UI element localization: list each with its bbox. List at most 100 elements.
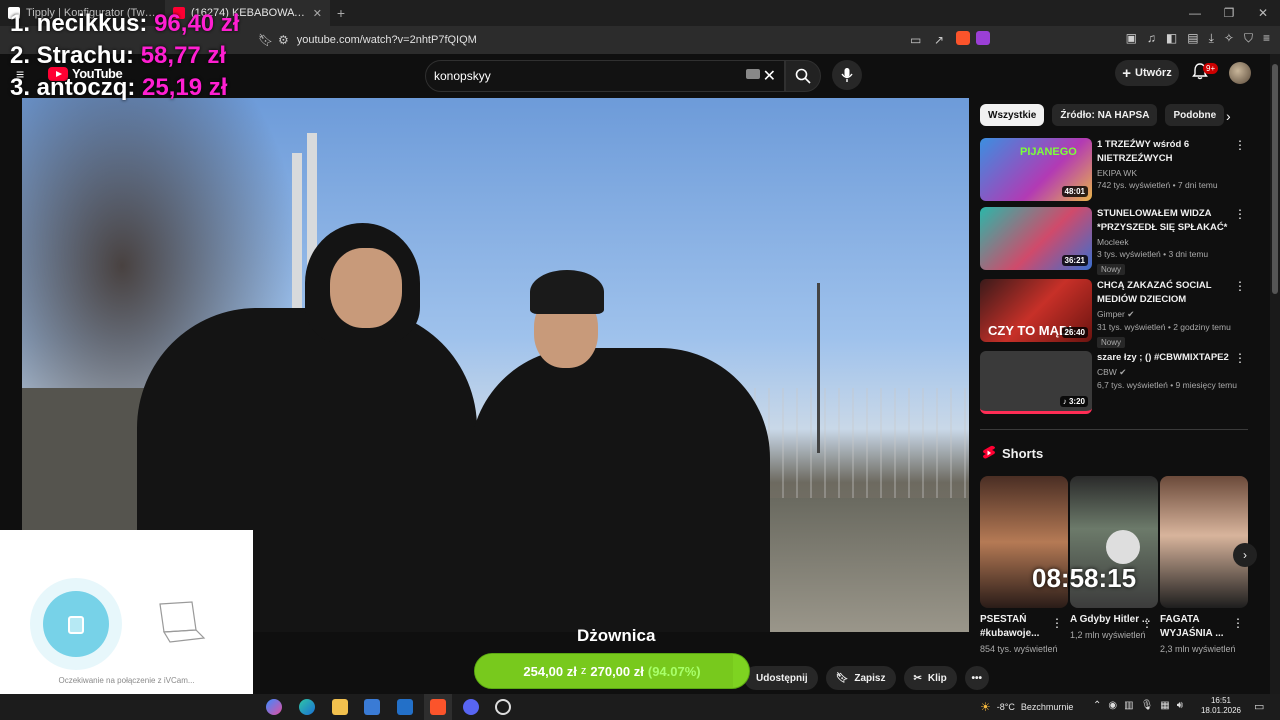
minimize-icon[interactable]: —: [1178, 0, 1212, 26]
share-page-icon[interactable]: ↗: [934, 33, 944, 47]
scrollbar-thumb[interactable]: [1272, 64, 1278, 294]
tray-network-icon[interactable]: ▦: [1160, 700, 1169, 711]
taskbar-time: 16:51: [1210, 696, 1232, 705]
file-explorer-icon[interactable]: [332, 699, 348, 715]
list-item[interactable]: PIJANEGO 48:01 1 TRZEŹWY wśród 6 NIETRZE…: [980, 138, 1250, 204]
create-button[interactable]: + Utwórz: [1115, 60, 1179, 86]
weather-widget[interactable]: ☀ -8°C Bezchmurnie: [980, 700, 1073, 714]
site-info-icon[interactable]: ⚙: [278, 33, 289, 47]
more-vert-icon[interactable]: ⋮: [1232, 616, 1244, 630]
thumbnail-text: PIJANEGO: [1020, 146, 1077, 158]
video-thumbnail[interactable]: PIJANEGO 48:01: [980, 138, 1092, 201]
obs-icon[interactable]: [495, 699, 511, 715]
taskbar-clock[interactable]: 16:51 18.01.2026: [1200, 696, 1242, 716]
search-input[interactable]: konopskyy ✕: [425, 60, 785, 92]
more-vert-icon[interactable]: ⋮: [1234, 138, 1246, 152]
copilot-icon[interactable]: [266, 699, 282, 715]
shorts-next-button[interactable]: ›: [1233, 543, 1257, 567]
close-tab-icon[interactable]: ✕: [313, 7, 322, 20]
brave-rewards-icon[interactable]: [976, 31, 990, 45]
notifications-icon[interactable]: ▭: [1254, 700, 1264, 713]
media-icon[interactable]: ▣: [1126, 31, 1137, 46]
list-item[interactable]: CZY TO MĄDI 26:40 CHCĄ ZAKAZAĆ SOCIAL ME…: [980, 279, 1250, 348]
brave-extensions: [956, 31, 990, 45]
tray-mic-icon[interactable]: 🎙︎: [1141, 700, 1154, 711]
chip-source[interactable]: Źródło: NA HAPSA: [1052, 104, 1158, 126]
bookmark-icon: 🔖︎: [835, 672, 849, 684]
section-divider: [980, 429, 1248, 430]
scissors-icon: ✂: [913, 672, 922, 684]
video-thumbnail[interactable]: ♪ 3:20: [980, 351, 1092, 414]
video-thumbnail[interactable]: 36:21: [980, 207, 1092, 270]
list-item[interactable]: ♪ 3:20 szare łzy ; () #CBWMIXTAPE2 CBW ✔…: [980, 351, 1250, 417]
tray-app-icon[interactable]: ◉: [1108, 700, 1117, 711]
share-button[interactable]: Udostępnij: [744, 666, 818, 690]
menu-icon[interactable]: ≡: [1263, 31, 1270, 46]
video-title[interactable]: CHCĄ ZAKAZAĆ SOCIAL MEDIÓW DZIECIOM: [1097, 279, 1237, 307]
video-thumbnail[interactable]: CZY TO MĄDI 26:40: [980, 279, 1092, 342]
maximize-icon[interactable]: ❐: [1212, 0, 1246, 26]
search-button[interactable]: [785, 60, 821, 92]
leo-icon[interactable]: ✧: [1224, 31, 1234, 46]
list-item[interactable]: 36:21 STUNELOWAŁEM WIDZA *PRZYSZEDŁ SIĘ …: [980, 207, 1250, 275]
wallet-icon[interactable]: ▤: [1187, 31, 1198, 46]
microphone-icon: [841, 68, 853, 82]
more-vert-icon[interactable]: ⋮: [1051, 616, 1063, 630]
url-text: youtube.com/watch?v=2nhtP7fQIQM: [296, 34, 477, 46]
clear-search-icon[interactable]: ✕: [763, 66, 776, 86]
chip-similar[interactable]: Podobne: [1165, 104, 1225, 126]
channel-name[interactable]: Gimper ✔: [1097, 309, 1237, 320]
edge-icon[interactable]: [299, 699, 315, 715]
more-vert-icon[interactable]: ⋮: [1141, 616, 1153, 630]
new-badge: Nowy: [1097, 337, 1126, 348]
outlook-icon[interactable]: [397, 699, 413, 715]
more-actions-button[interactable]: •••: [964, 666, 989, 690]
save-button[interactable]: 🔖︎ Zapisz: [825, 666, 896, 690]
windows-taskbar: [0, 694, 1280, 720]
short-thumbnail[interactable]: [1160, 476, 1248, 608]
short-views: 854 tys. wyświetleń: [980, 644, 1058, 654]
tray-volume-icon[interactable]: 🔊︎: [1177, 700, 1183, 711]
brave-icon[interactable]: [430, 699, 446, 715]
music-icon[interactable]: ♫: [1147, 31, 1156, 46]
video-title[interactable]: szare łzy ; () #CBWMIXTAPE2: [1097, 351, 1237, 365]
duration-badge: 36:21: [1061, 255, 1088, 266]
cast-icon[interactable]: ▭: [910, 33, 921, 47]
voice-search-button[interactable]: [832, 60, 862, 90]
more-vert-icon[interactable]: ⋮: [1234, 351, 1246, 365]
video-title[interactable]: STUNELOWAŁEM WIDZA *PRZYSZEDŁ SIĘ SPŁAKA…: [1097, 207, 1237, 235]
more-vert-icon[interactable]: ⋮: [1234, 279, 1246, 293]
clip-button[interactable]: ✂ Klip: [903, 666, 957, 690]
tray-app-icon[interactable]: ▥: [1124, 700, 1133, 711]
save-label: Zapisz: [854, 672, 886, 684]
discord-icon[interactable]: [463, 699, 479, 715]
goal-current: 254,00 zł: [523, 663, 577, 679]
sidebar-icon[interactable]: ◧: [1166, 31, 1177, 46]
top-donors-overlay: 1. necikkus: 96,40 zł 2. Strachu: 58,77 …: [10, 8, 239, 104]
donor-name: 3. antoczq:: [10, 74, 136, 101]
channel-name[interactable]: Mocleek: [1097, 237, 1237, 247]
brave-shield-icon[interactable]: [956, 31, 970, 45]
store-icon[interactable]: [364, 699, 380, 715]
chevron-right-icon[interactable]: ›: [1226, 108, 1231, 124]
vpn-icon[interactable]: ⛉: [1244, 31, 1253, 46]
channel-name[interactable]: EKIPA WK: [1097, 168, 1237, 178]
duration-badge: ♪ 3:20: [1059, 396, 1088, 407]
video-person-right: [470, 348, 770, 632]
new-tab-icon[interactable]: +: [330, 5, 352, 21]
tray-chevron-up-icon[interactable]: ⌃: [1093, 700, 1101, 711]
video-title[interactable]: 1 TRZEŹWY wśród 6 NIETRZEŹWYCH: [1097, 138, 1237, 166]
page-scrollbar[interactable]: [1270, 54, 1280, 694]
swastika-symbol-icon: [1106, 530, 1140, 564]
short-views: 2,3 mln wyświetleń: [1160, 644, 1236, 654]
video-meta: 31 tys. wyświetleń • 2 godziny temu: [1097, 322, 1231, 332]
bookmark-icon[interactable]: 🔖︎: [258, 33, 273, 47]
download-icon[interactable]: ⤓: [1209, 31, 1214, 46]
keyboard-icon[interactable]: [746, 69, 760, 79]
more-vert-icon[interactable]: ⋮: [1234, 207, 1246, 221]
chip-all[interactable]: Wszystkie: [980, 104, 1045, 126]
channel-name[interactable]: CBW ✔: [1097, 367, 1237, 378]
address-bar[interactable]: ⚙ youtube.com/watch?v=2nhtP7fQIQM: [278, 30, 898, 50]
account-avatar[interactable]: [1229, 62, 1251, 84]
close-window-icon[interactable]: ✕: [1246, 0, 1280, 26]
